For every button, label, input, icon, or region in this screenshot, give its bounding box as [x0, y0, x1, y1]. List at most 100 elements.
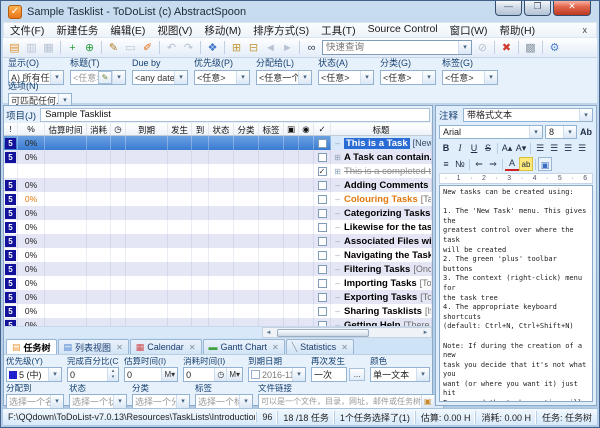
percent-spinner[interactable]: 0 ▴▾: [67, 367, 119, 382]
filter-combo[interactable]: <任意>▾: [318, 70, 374, 85]
new-subtask-icon[interactable]: ⊕: [81, 40, 98, 56]
chevron-down-icon[interactable]: ▾: [176, 395, 189, 408]
align-right-button[interactable]: ☰: [561, 141, 575, 155]
table-row[interactable]: 50%–Navigating the Tasklist[ToDoList can…: [4, 248, 432, 262]
spent-time-field[interactable]: 0 ◷ M▾: [183, 367, 243, 382]
expand-all-icon[interactable]: ⊞: [228, 40, 245, 56]
edit-task-icon[interactable]: ✎: [105, 40, 122, 56]
close-button[interactable]: ✕: [553, 0, 591, 16]
table-row[interactable]: ✓⊞This is a completed task[A task can be…: [4, 164, 432, 178]
decrease-font-button[interactable]: A▾: [514, 141, 528, 155]
spinner-arrows-icon[interactable]: ▴▾: [107, 368, 118, 381]
tab-列表视图[interactable]: ▤列表视图✕: [58, 339, 129, 354]
table-row[interactable]: 50%⊞A Task can contain...: [4, 150, 432, 164]
table-row[interactable]: 50%–Adding Comments to Tasks[Comments ar…: [4, 178, 432, 192]
underline-button[interactable]: U: [467, 141, 481, 155]
table-row[interactable]: 50%–Sharing Tasklists[If you want to col…: [4, 304, 432, 318]
tab-close-icon[interactable]: ✕: [116, 343, 123, 352]
column-header-due[interactable]: 到期: [126, 123, 168, 135]
priority-combo[interactable]: 5 (中) ▾: [6, 367, 62, 382]
column-header-pct[interactable]: %: [18, 123, 45, 135]
redo-icon[interactable]: ↷: [180, 40, 197, 56]
table-row[interactable]: 50%–Getting Help[There are a number of r…: [4, 318, 432, 326]
task-checkbox[interactable]: [318, 237, 327, 246]
quick-search-combo[interactable]: ▾: [322, 40, 472, 55]
filter-combo[interactable]: <任意>✎▾: [70, 70, 126, 85]
chevron-down-icon[interactable]: ▾: [48, 368, 61, 381]
expand-toggle-icon[interactable]: –: [331, 251, 344, 260]
task-title[interactable]: Filtering Tasks: [344, 264, 410, 275]
task-title[interactable]: This is a completed task: [344, 166, 432, 177]
menubar-close-button[interactable]: x: [574, 25, 597, 35]
maximize-button[interactable]: ❐: [524, 0, 551, 16]
menu-item[interactable]: 排序方式(S): [247, 23, 315, 38]
column-header-ttlc[interactable]: 标题: [331, 123, 432, 135]
category-combo[interactable]: 选择一个分类 ▾: [132, 394, 190, 409]
filter-combo[interactable]: <any date>▾: [132, 70, 188, 85]
undo-icon[interactable]: ↶: [163, 40, 180, 56]
bullet-list-button[interactable]: ≡: [439, 157, 453, 171]
scrollbar-thumb[interactable]: [277, 329, 369, 337]
paint-icon[interactable]: ✐: [139, 40, 156, 56]
column-header-lk[interactable]: ◉: [299, 123, 314, 135]
menu-item[interactable]: 编辑(E): [104, 23, 151, 38]
tab-任务树[interactable]: ▤任务树: [6, 339, 57, 354]
tags-combo[interactable]: 选择一个标签 ▾: [195, 394, 253, 409]
task-title[interactable]: Colouring Tasks: [344, 194, 418, 205]
find-tasks-icon[interactable]: ∞: [303, 40, 320, 56]
preferences-gear-icon[interactable]: ⚙: [546, 40, 563, 56]
strikethrough-button[interactable]: S: [481, 141, 495, 155]
outdent-button[interactable]: ⇐: [472, 157, 486, 171]
font-color-button[interactable]: A: [505, 158, 519, 171]
chevron-down-icon[interactable]: ▾: [458, 41, 471, 54]
task-checkbox[interactable]: [318, 195, 327, 204]
column-header-spent[interactable]: 消耗: [87, 123, 111, 135]
save-all-icon[interactable]: ▦: [40, 40, 57, 56]
reminder-icon[interactable]: ▭: [122, 40, 139, 56]
browse-folder-icon[interactable]: ▣: [421, 395, 434, 408]
column-header-chk[interactable]: ✓: [314, 123, 331, 135]
indent-button[interactable]: ⇒: [486, 157, 500, 171]
expand-toggle-icon[interactable]: –: [331, 307, 344, 316]
tab-close-icon[interactable]: ✕: [272, 343, 279, 352]
chevron-down-icon[interactable]: ▾: [422, 71, 435, 84]
filter-combo[interactable]: <任意>▾: [380, 70, 436, 85]
menu-item[interactable]: 帮助(H): [494, 23, 542, 38]
tab-close-icon[interactable]: ✕: [341, 343, 348, 352]
filelink-field[interactable]: 可以是一个文件，目录，网址，邮件或任务树 ▣ ▸: [258, 394, 444, 409]
bold-button[interactable]: B: [439, 141, 453, 155]
tab-Statistics[interactable]: ╲Statistics✕: [286, 339, 354, 354]
comment-text-area[interactable]: New tasks can be created using: 1. The '…: [439, 185, 593, 402]
chevron-down-icon[interactable]: ▾: [50, 395, 63, 408]
table-row[interactable]: 50%–This is a Task[New tasks can be crea…: [4, 136, 432, 150]
column-header-to[interactable]: 到: [192, 123, 209, 135]
menu-item[interactable]: 视图(V): [151, 23, 198, 38]
chevron-down-icon[interactable]: ▾: [360, 71, 373, 84]
new-task-icon[interactable]: +: [64, 40, 81, 56]
recurrence-ellipsis-button[interactable]: ...: [349, 368, 365, 381]
chevron-down-icon[interactable]: ▾: [112, 71, 125, 84]
delete-task-icon[interactable]: ✖: [498, 40, 515, 56]
menu-item[interactable]: 窗口(W): [444, 23, 494, 38]
column-header-start[interactable]: 发生: [168, 123, 192, 135]
project-name-input[interactable]: Sample Tasklist: [40, 108, 430, 122]
task-checkbox[interactable]: [318, 307, 327, 316]
tab-Calendar[interactable]: ▦Calendar✕: [130, 339, 202, 354]
expand-toggle-icon[interactable]: ⊞: [331, 167, 344, 176]
task-checkbox[interactable]: [318, 209, 327, 218]
expand-toggle-icon[interactable]: –: [331, 293, 344, 302]
expand-toggle-icon[interactable]: –: [331, 223, 344, 232]
task-title[interactable]: Adding Comments to Tasks: [344, 180, 432, 191]
insert-checklist-button[interactable]: ▣: [538, 157, 552, 171]
task-checkbox[interactable]: [318, 265, 327, 274]
table-row[interactable]: 50%–Filtering Tasks[Once you have been w…: [4, 262, 432, 276]
chevron-down-icon[interactable]: ▾: [236, 71, 249, 84]
numbered-list-button[interactable]: №: [453, 157, 467, 171]
filter-combo[interactable]: <任意一个>▾: [256, 70, 312, 85]
scroll-right-icon[interactable]: ►: [420, 330, 431, 336]
task-title[interactable]: Navigating the Tasklist: [344, 250, 432, 261]
chevron-down-icon[interactable]: ▾: [113, 395, 126, 408]
chevron-down-icon[interactable]: ▾: [174, 71, 187, 84]
task-checkbox[interactable]: [318, 153, 327, 162]
font-dialog-button[interactable]: Ab: [579, 125, 593, 139]
